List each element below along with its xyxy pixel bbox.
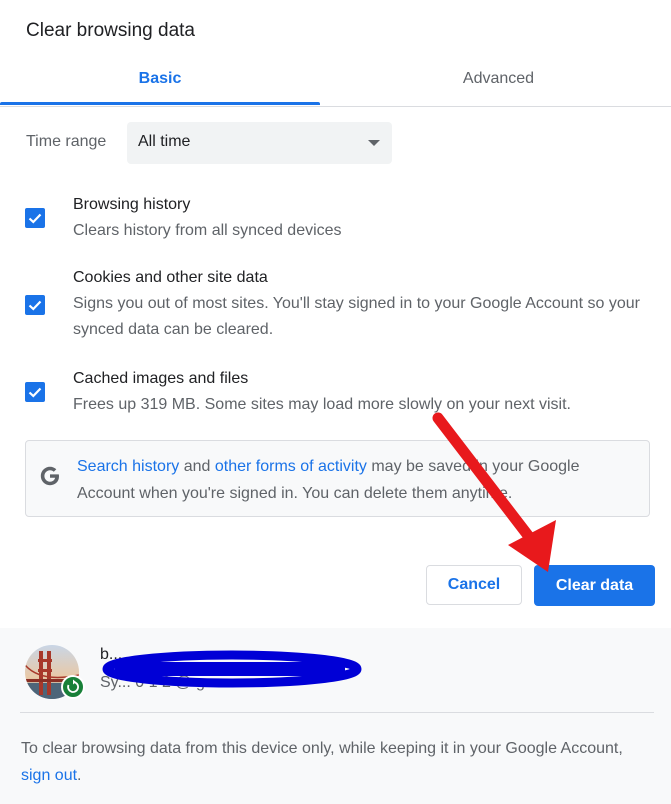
checkbox-cached-images[interactable] [25,382,45,402]
checkbox-cookies[interactable] [25,295,45,315]
clear-browsing-data-dialog: Clear browsing data Basic Advanced Time … [0,0,671,804]
time-range-select[interactable]: All time [127,122,392,164]
dropdown-caret-icon [368,140,380,146]
time-range-label: Time range [26,133,107,150]
option-title-cached-images: Cached images and files [73,370,249,387]
checkmark-icon [28,300,42,311]
info-text-mid: and [179,458,215,475]
option-desc-browsing-history: Clears history from all synced devices [73,222,342,239]
tab-basic[interactable]: Basic [0,56,320,104]
tab-advanced[interactable]: Advanced [336,56,661,104]
tab-indicator [0,102,320,105]
checkbox-browsing-history[interactable] [25,208,45,228]
tab-bar: Basic Advanced [0,56,671,107]
google-g-icon [40,466,59,486]
sync-badge [61,675,85,699]
sync-icon [67,679,79,693]
time-range-value: All time [138,133,191,150]
dialog-title: Clear browsing data [26,20,195,41]
other-activity-link[interactable]: other forms of activity [215,458,367,475]
redaction-scribble [102,650,362,688]
option-desc-cookies: Signs you out of most sites. You'll stay… [73,295,640,338]
footer-text: To clear browsing data from this device … [21,735,641,789]
annotation-arrow-icon [432,412,556,572]
sign-out-link[interactable]: sign out [21,767,77,784]
option-title-browsing-history: Browsing history [73,196,191,213]
option-title-cookies: Cookies and other site data [73,269,268,286]
footer-text-main: To clear browsing data from this device … [21,740,623,757]
footer-divider [20,712,654,713]
dialog-footer: b... Sy... 0 1 2 @ g... m To clear brows… [0,628,671,804]
checkmark-icon [28,213,42,224]
footer-text-end: . [77,767,82,784]
search-history-link[interactable]: Search history [77,458,179,475]
checkmark-icon [28,387,42,398]
